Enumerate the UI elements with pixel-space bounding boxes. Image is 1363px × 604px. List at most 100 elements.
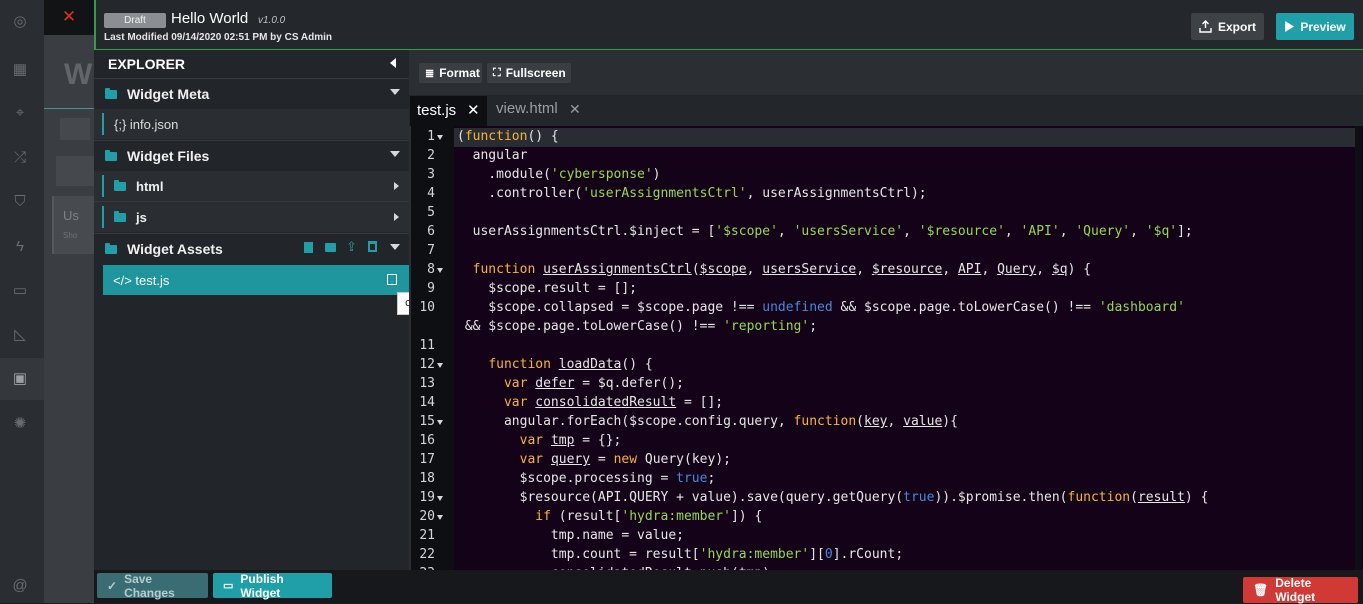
status-badge: Draft	[104, 13, 166, 28]
publish-label: Publish Widget	[240, 571, 284, 600]
section-label: Widget Meta	[127, 86, 210, 102]
code-line: var consolidatedResult = [];	[503, 395, 724, 410]
briefcase-icon[interactable]: ▭	[11, 282, 29, 300]
close-tab-icon[interactable]: ✕	[569, 101, 581, 118]
widget-version: v1.0.0	[258, 15, 286, 26]
folder-label: js	[136, 209, 147, 225]
fold-toggle-icon[interactable]	[437, 268, 443, 273]
line-number: 8	[427, 262, 435, 277]
code-line: function loadData() {	[488, 357, 653, 372]
background-card-sub: Sho	[63, 231, 78, 240]
chevron-down-icon	[390, 244, 400, 250]
export-label: Export	[1217, 19, 1256, 34]
chevron-down-icon	[390, 89, 400, 95]
tab-view-html[interactable]: view.html	[496, 100, 558, 117]
play-icon	[1285, 21, 1295, 32]
upload-icon[interactable]: ⇪	[346, 239, 357, 255]
fold-toggle-icon[interactable]	[437, 135, 443, 140]
explorer-header: EXPLORER	[94, 50, 409, 78]
fullscreen-button[interactable]: ⛶ Fullscreen	[487, 63, 571, 83]
preview-button[interactable]: Preview	[1276, 13, 1354, 40]
trash-icon[interactable]	[368, 241, 377, 252]
fold-toggle-icon[interactable]	[437, 363, 443, 368]
publish-widget-button[interactable]: ▭ Publish Widget	[213, 571, 332, 600]
widgets-icon[interactable]: ▣	[11, 370, 29, 388]
code-line: $scope.result = [];	[457, 281, 638, 296]
code-line: $scope.processing = true;	[457, 471, 716, 486]
help-icon[interactable]: @	[11, 577, 29, 595]
tree-guide	[102, 113, 104, 135]
line-number: 18	[419, 471, 435, 486]
background-divider	[44, 108, 94, 109]
tree-guide	[102, 206, 104, 228]
file-label: </> test.js	[113, 272, 170, 288]
tree-guide	[102, 175, 104, 197]
file-info-json[interactable]: {;} info.json	[94, 109, 409, 139]
logo-icon[interactable]: ◎	[11, 13, 29, 31]
folder-html[interactable]: html	[94, 171, 409, 201]
section-widget-files[interactable]: Widget Files	[94, 141, 409, 171]
preview-label: Preview	[1300, 19, 1346, 34]
line-number: 9	[427, 281, 435, 296]
folder-js[interactable]: js	[94, 202, 409, 232]
check-icon: ✓	[107, 578, 118, 593]
code-line: tmp.count = result['hydra:member'][0].rC…	[457, 547, 904, 562]
fold-toggle-icon[interactable]	[437, 515, 443, 520]
close-tab-icon[interactable]: ✕	[467, 101, 480, 119]
code-line: .module('cybersponse')	[457, 167, 661, 182]
code-line: function userAssignmentsCtrl($scope, use…	[472, 262, 1092, 277]
fold-toggle-icon[interactable]	[437, 420, 443, 425]
section-label: Widget Files	[127, 148, 210, 164]
tab-test-js[interactable]: test.js ✕	[410, 96, 487, 126]
line-number: 10	[419, 300, 435, 315]
background-title: W	[64, 58, 93, 91]
line-number: 6	[427, 224, 435, 239]
line-number: 5	[427, 205, 435, 220]
upload-icon	[1199, 20, 1212, 33]
trash-icon: 🗑	[1253, 583, 1269, 597]
save-changes-button[interactable]: ✓ Save Changes	[97, 572, 208, 600]
code-line: $resource(API.QUERY + value).save(query.…	[457, 490, 1209, 505]
dashboard-icon[interactable]: ▦	[11, 61, 29, 79]
bolt-icon[interactable]: ϟ	[11, 238, 29, 256]
close-icon[interactable]: ✕	[44, 0, 94, 35]
scrollbar[interactable]	[1355, 126, 1362, 570]
tab-label: test.js	[417, 102, 457, 119]
chevron-right-icon	[394, 213, 399, 221]
line-number: 14	[419, 395, 435, 410]
code-line: if (result['hydra:member']) {	[535, 509, 763, 524]
line-number: 7	[427, 243, 435, 258]
fold-toggle-icon[interactable]	[437, 496, 443, 501]
chart-icon[interactable]: ◺	[11, 326, 29, 344]
background-tab	[60, 118, 90, 140]
last-modified: Last Modified 09/14/2020 02:51 PM by CS …	[104, 32, 333, 43]
publish-icon: ▭	[223, 580, 234, 592]
line-number: 4	[427, 186, 435, 201]
code-line: angular	[457, 148, 528, 163]
section-widget-assets[interactable]: Widget Assets ⇪	[94, 234, 409, 264]
new-folder-icon[interactable]	[325, 243, 336, 252]
section-label: Widget Assets	[127, 241, 223, 257]
line-number: 21	[419, 528, 435, 543]
file-test-js[interactable]: </> test.js	[103, 265, 409, 295]
section-widget-meta[interactable]: Widget Meta	[94, 79, 409, 109]
shuffle-icon[interactable]: ⤮	[11, 149, 29, 167]
chevron-right-icon	[394, 182, 399, 190]
delete-widget-button[interactable]: 🗑 Delete Widget	[1243, 576, 1358, 604]
fullscreen-label: Fullscreen	[505, 66, 566, 80]
fullscreen-icon: ⛶	[493, 66, 501, 79]
network-icon[interactable]: ⌖	[11, 104, 29, 122]
file-label: {;} info.json	[114, 116, 179, 132]
export-button[interactable]: Export	[1191, 13, 1264, 40]
format-button[interactable]: ≣ Format	[419, 63, 482, 83]
new-file-icon[interactable]	[304, 242, 313, 253]
settings-icon[interactable]: ✺	[11, 415, 29, 433]
line-number: 15	[419, 414, 435, 429]
widget-title: Hello World	[171, 10, 249, 27]
folder-icon	[114, 179, 126, 191]
shield-icon[interactable]: ⛉	[11, 193, 29, 211]
line-number: 20	[419, 509, 435, 524]
line-number: 2	[427, 148, 435, 163]
collapse-explorer-icon[interactable]	[390, 58, 396, 68]
copy-icon[interactable]	[387, 274, 397, 285]
